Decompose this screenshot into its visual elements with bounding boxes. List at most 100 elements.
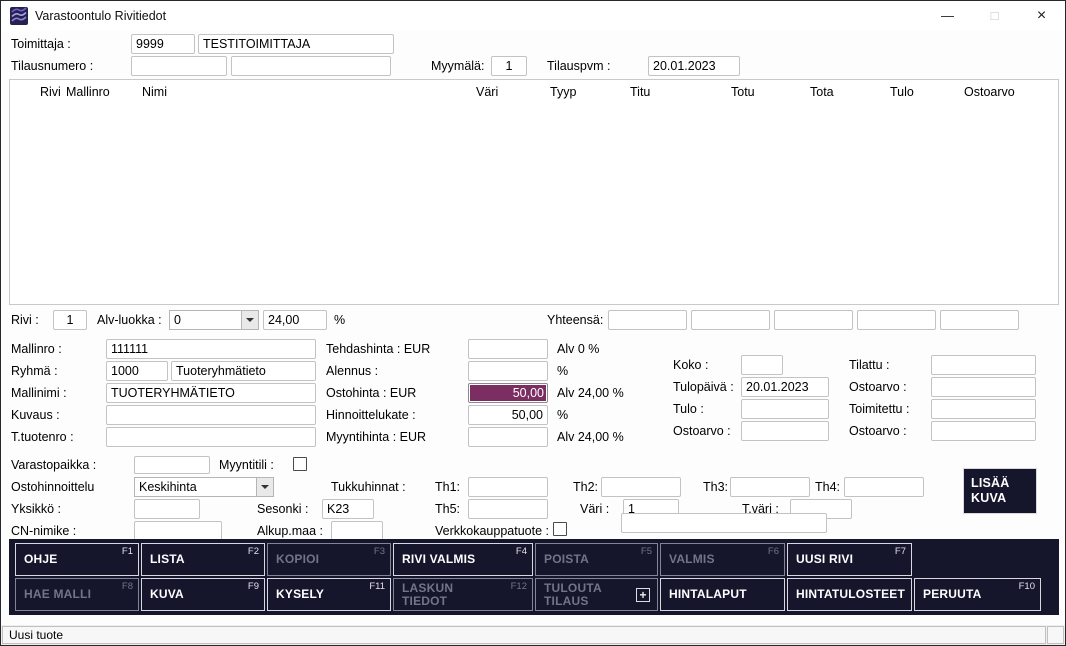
th4-input[interactable] bbox=[844, 477, 924, 497]
myyntihinta-label: Myyntihinta : EUR bbox=[326, 430, 426, 444]
tilauspvm-input[interactable]: 20.01.2023 bbox=[648, 56, 740, 76]
button-label: KOPIOI bbox=[276, 553, 319, 566]
column-header-vari: Väri bbox=[476, 85, 498, 99]
th3-input[interactable] bbox=[730, 477, 810, 497]
sesonki-label: Sesonki : bbox=[257, 502, 308, 516]
t-tuotenro-label: T.tuotenro : bbox=[11, 430, 74, 444]
ryhma-name-input[interactable]: Tuoteryhmätieto bbox=[171, 361, 316, 381]
th2-input[interactable] bbox=[601, 477, 681, 497]
alv-luokka-select[interactable]: 0 bbox=[169, 310, 259, 330]
status-text: Uusi tuote bbox=[9, 628, 63, 642]
alennus-input[interactable] bbox=[468, 361, 548, 381]
kysely-button[interactable]: KYSELY F11 bbox=[267, 578, 391, 611]
ostohinnoittelu-select[interactable]: Keskihinta bbox=[134, 477, 274, 497]
chevron-down-icon bbox=[241, 311, 258, 329]
tilausnumero-input-2[interactable] bbox=[231, 56, 391, 76]
yksikko-input[interactable] bbox=[134, 499, 200, 519]
button-label: HINTALAPUT bbox=[669, 588, 747, 601]
hintatulosteet-button[interactable]: HINTATULOSTEET bbox=[787, 578, 912, 611]
verkkokauppatuote-checkbox[interactable] bbox=[553, 522, 567, 536]
input-value: TUOTERYHMÄTIETO bbox=[111, 386, 235, 400]
hinnoittelukate-percent-sign: % bbox=[557, 408, 568, 422]
button-label: OHJE bbox=[24, 553, 57, 566]
myyntitili-checkbox[interactable] bbox=[293, 457, 307, 471]
rivi-input[interactable]: 1 bbox=[53, 310, 87, 330]
ostoarvo-col4b-input[interactable] bbox=[931, 421, 1036, 441]
maximize-button[interactable]: □ bbox=[971, 1, 1018, 31]
sesonki-input[interactable]: K23 bbox=[322, 499, 374, 519]
fkey-label: F10 bbox=[1019, 581, 1035, 592]
tilattu-input[interactable] bbox=[931, 355, 1036, 375]
hinnoittelukate-input[interactable]: 50,00 bbox=[468, 405, 548, 425]
kuvaus-input[interactable] bbox=[106, 405, 316, 425]
cn-nimike-input[interactable] bbox=[134, 521, 222, 541]
resize-grip[interactable] bbox=[1047, 626, 1064, 644]
lista-button[interactable]: LISTA F2 bbox=[141, 543, 265, 576]
varastopaikka-label: Varastopaikka : bbox=[11, 458, 96, 472]
fkey-label: F11 bbox=[369, 581, 385, 592]
kuva-button[interactable]: KUVA F9 bbox=[141, 578, 265, 611]
poista-button[interactable]: POISTA F5 bbox=[535, 543, 658, 576]
cn-nimike-label: CN-nimike : bbox=[11, 524, 76, 538]
yhteensa-input-2[interactable] bbox=[691, 310, 770, 330]
tukkuhinnat-label: Tukkuhinnat : bbox=[331, 480, 406, 494]
varastopaikka-input[interactable] bbox=[134, 456, 210, 474]
valmis-button[interactable]: VALMIS F6 bbox=[660, 543, 785, 576]
myyntitili-label: Myyntitili : bbox=[219, 458, 274, 472]
tulo-input[interactable] bbox=[741, 399, 829, 419]
kopioi-button[interactable]: KOPIOI F3 bbox=[267, 543, 391, 576]
fkey-label: F5 bbox=[641, 546, 652, 557]
hae-malli-button[interactable]: HAE MALLI F8 bbox=[15, 578, 139, 611]
th4-label: Th4: bbox=[815, 480, 840, 494]
myymala-label: Myymälä: bbox=[431, 59, 484, 73]
t-tuotenro-input[interactable] bbox=[106, 427, 316, 447]
toimittaja-code-input[interactable]: 9999 bbox=[131, 34, 195, 54]
th5-input[interactable] bbox=[468, 499, 548, 519]
koko-input[interactable] bbox=[741, 355, 783, 375]
button-label: POISTA bbox=[544, 553, 589, 566]
myymala-input[interactable]: 1 bbox=[491, 56, 527, 76]
tulouta-tilaus-button[interactable]: TULOUTA TILAUS + bbox=[535, 578, 658, 611]
order-rows-table[interactable]: Rivi Mallinro Nimi Väri Tyyp Titu Totu T… bbox=[9, 79, 1059, 305]
rivi-label: Rivi : bbox=[11, 313, 39, 327]
mallinimi-label: Mallinimi : bbox=[11, 386, 67, 400]
ryhma-code-input[interactable]: 1000 bbox=[106, 361, 168, 381]
yhteensa-input-4[interactable] bbox=[857, 310, 936, 330]
th5-label: Th5: bbox=[435, 502, 460, 516]
ohje-button[interactable]: OHJE F1 bbox=[15, 543, 139, 576]
uusi-rivi-button[interactable]: UUSI RIVI F7 bbox=[787, 543, 912, 576]
minimize-button[interactable]: — bbox=[924, 1, 971, 31]
input-value: 1 bbox=[67, 313, 74, 327]
myyntihinta-alv-label: Alv 24,00 % bbox=[557, 430, 624, 444]
ostohinta-input[interactable]: 50,00 bbox=[468, 383, 548, 403]
mallinro-input[interactable]: 111111 bbox=[106, 339, 316, 359]
myyntihinta-input[interactable] bbox=[468, 427, 548, 447]
toimittaja-name-input[interactable]: TESTITOIMITTAJA bbox=[198, 34, 394, 54]
alv-luokka-label: Alv-luokka : bbox=[97, 313, 162, 327]
close-button[interactable]: × bbox=[1018, 1, 1065, 31]
alennus-percent-sign: % bbox=[557, 364, 568, 378]
unlabeled-input[interactable] bbox=[621, 513, 827, 533]
ostoarvo-col4a-input[interactable] bbox=[931, 377, 1036, 397]
tehdashinta-input[interactable] bbox=[468, 339, 548, 359]
hintalaput-button[interactable]: HINTALAPUT bbox=[660, 578, 785, 611]
toimitettu-input[interactable] bbox=[931, 399, 1036, 419]
alv-percent-input[interactable]: 24,00 bbox=[263, 310, 327, 330]
th1-input[interactable] bbox=[468, 477, 548, 497]
yhteensa-input-1[interactable] bbox=[608, 310, 687, 330]
tilausnumero-input-1[interactable] bbox=[131, 56, 227, 76]
laskun-tiedot-button[interactable]: LASKUN TIEDOT F12 bbox=[393, 578, 533, 611]
tulopaiva-input[interactable]: 20.01.2023 bbox=[741, 377, 829, 397]
yhteensa-input-5[interactable] bbox=[940, 310, 1019, 330]
mallinimi-input[interactable]: TUOTERYHMÄTIETO bbox=[106, 383, 316, 403]
yhteensa-input-3[interactable] bbox=[774, 310, 853, 330]
lisaa-kuva-button[interactable]: LISÄÄ KUVA bbox=[963, 468, 1037, 514]
peruuta-button[interactable]: PERUUTA F10 bbox=[914, 578, 1041, 611]
fkey-label: F9 bbox=[248, 581, 259, 592]
tulopaiva-label: Tulopäivä : bbox=[673, 380, 734, 394]
alkupmaa-input[interactable] bbox=[331, 521, 383, 541]
column-header-titu: Titu bbox=[630, 85, 650, 99]
rivi-valmis-button[interactable]: RIVI VALMIS F4 bbox=[393, 543, 533, 576]
app-window: Varastoontulo Rivitiedot — □ × Toimittaj… bbox=[0, 0, 1066, 646]
ostoarvo-col3-input[interactable] bbox=[741, 421, 829, 441]
